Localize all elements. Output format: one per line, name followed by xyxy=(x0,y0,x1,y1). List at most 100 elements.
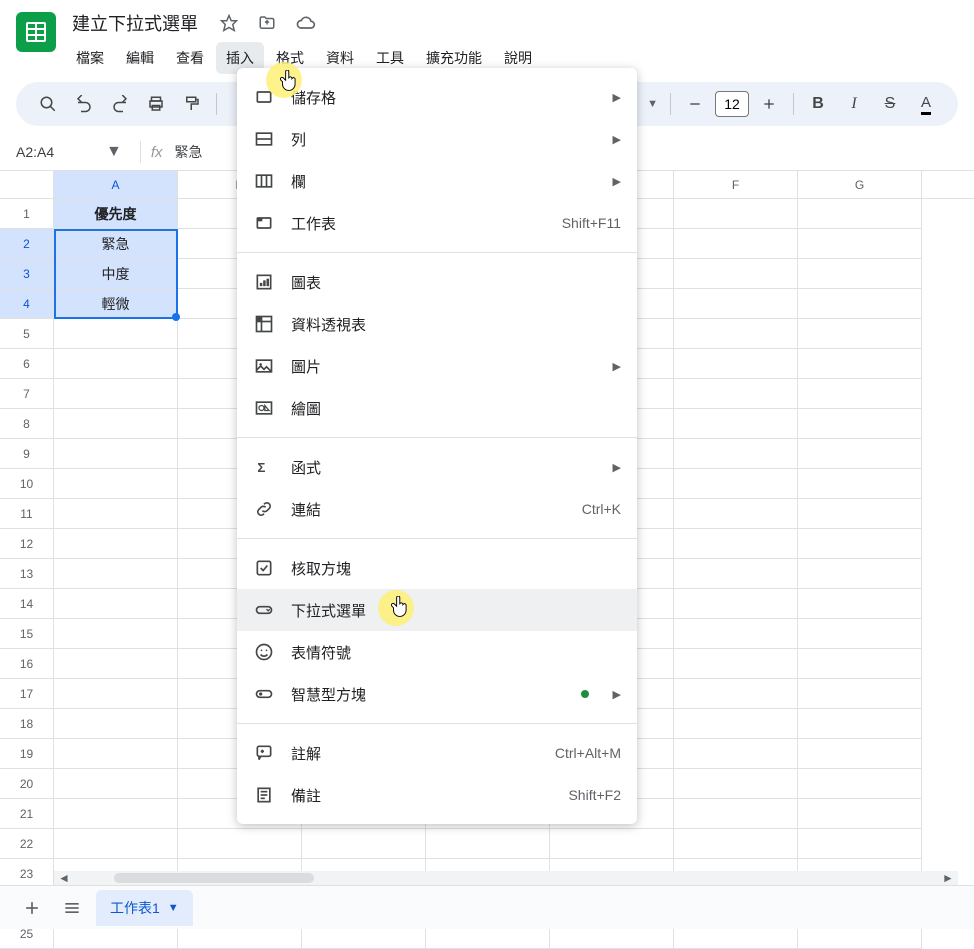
cell[interactable] xyxy=(674,769,798,799)
cell[interactable] xyxy=(674,529,798,559)
cell[interactable] xyxy=(798,229,922,259)
cell[interactable] xyxy=(54,559,178,589)
cell[interactable] xyxy=(54,679,178,709)
undo-icon[interactable] xyxy=(68,88,100,120)
cell[interactable] xyxy=(674,829,798,859)
menu-檔案[interactable]: 檔案 xyxy=(66,42,114,74)
italic-icon[interactable]: I xyxy=(838,88,870,120)
col-header[interactable]: A xyxy=(54,171,178,198)
select-all-corner[interactable] xyxy=(0,171,54,198)
row-header[interactable]: 13 xyxy=(0,559,54,589)
menu-item-image[interactable]: 圖片▶ xyxy=(237,345,637,387)
cell[interactable] xyxy=(798,319,922,349)
row-header[interactable]: 17 xyxy=(0,679,54,709)
star-icon[interactable] xyxy=(216,10,242,36)
cell[interactable] xyxy=(302,829,426,859)
menu-item-dropdown[interactable]: 下拉式選單 xyxy=(237,589,637,631)
cell[interactable] xyxy=(674,319,798,349)
cell[interactable] xyxy=(674,739,798,769)
cell[interactable] xyxy=(798,619,922,649)
cell[interactable] xyxy=(54,649,178,679)
cell[interactable] xyxy=(798,799,922,829)
cell[interactable] xyxy=(798,469,922,499)
text-color-icon[interactable]: A xyxy=(910,88,942,120)
cell[interactable] xyxy=(798,349,922,379)
row-header[interactable]: 10 xyxy=(0,469,54,499)
strikethrough-icon[interactable]: S xyxy=(874,88,906,120)
row-header[interactable]: 22 xyxy=(0,829,54,859)
cell[interactable] xyxy=(674,439,798,469)
row-header[interactable]: 2 xyxy=(0,229,54,259)
row-header[interactable]: 12 xyxy=(0,529,54,559)
row-header[interactable]: 11 xyxy=(0,499,54,529)
cell[interactable] xyxy=(798,379,922,409)
all-sheets-icon[interactable] xyxy=(56,892,88,924)
menu-item-drawing[interactable]: 繪圖 xyxy=(237,387,637,429)
dropdown-arrow-icon[interactable]: ▼ xyxy=(647,98,658,110)
cell[interactable] xyxy=(798,289,922,319)
menu-查看[interactable]: 查看 xyxy=(166,42,214,74)
cell[interactable] xyxy=(798,769,922,799)
row-header[interactable]: 15 xyxy=(0,619,54,649)
sheets-logo[interactable] xyxy=(16,12,56,52)
cell[interactable] xyxy=(798,199,922,229)
cell[interactable] xyxy=(798,709,922,739)
cell[interactable] xyxy=(674,499,798,529)
cell[interactable] xyxy=(674,259,798,289)
cell[interactable] xyxy=(54,619,178,649)
cell[interactable] xyxy=(798,679,922,709)
row-header[interactable]: 20 xyxy=(0,769,54,799)
row-header[interactable]: 8 xyxy=(0,409,54,439)
cell[interactable] xyxy=(54,349,178,379)
cell[interactable]: 緊急 xyxy=(54,229,178,259)
print-icon[interactable] xyxy=(140,88,172,120)
cell[interactable] xyxy=(798,559,922,589)
menu-item-comment[interactable]: 註解Ctrl+Alt+M xyxy=(237,732,637,774)
menu-item-cols[interactable]: 欄▶ xyxy=(237,160,637,202)
cell[interactable] xyxy=(798,409,922,439)
row-header[interactable]: 18 xyxy=(0,709,54,739)
horizontal-scrollbar[interactable]: ◄ ► xyxy=(54,871,958,885)
menu-item-link[interactable]: 連結Ctrl+K xyxy=(237,488,637,530)
cell[interactable] xyxy=(674,409,798,439)
cell[interactable] xyxy=(54,829,178,859)
cell[interactable] xyxy=(798,589,922,619)
menu-item-chip[interactable]: 智慧型方塊▶ xyxy=(237,673,637,715)
cell[interactable] xyxy=(674,589,798,619)
cell[interactable] xyxy=(54,529,178,559)
cell[interactable] xyxy=(674,649,798,679)
scroll-left-icon[interactable]: ◄ xyxy=(54,871,74,885)
menu-item-chart[interactable]: 圖表 xyxy=(237,261,637,303)
menu-編輯[interactable]: 編輯 xyxy=(116,42,164,74)
search-icon[interactable] xyxy=(32,88,64,120)
cell[interactable] xyxy=(54,709,178,739)
scroll-thumb[interactable] xyxy=(114,873,314,883)
cell[interactable] xyxy=(674,199,798,229)
menu-item-sheet[interactable]: 工作表Shift+F11 xyxy=(237,202,637,244)
row-header[interactable]: 16 xyxy=(0,649,54,679)
sheet-tab[interactable]: 工作表1 ▼ xyxy=(96,890,193,926)
namebox-dropdown-icon[interactable]: ▼ xyxy=(98,143,130,161)
bold-icon[interactable]: B xyxy=(802,88,834,120)
cell[interactable] xyxy=(798,829,922,859)
cell[interactable] xyxy=(798,739,922,769)
menu-item-fx[interactable]: Σ函式▶ xyxy=(237,446,637,488)
menu-item-pivot[interactable]: 資料透視表 xyxy=(237,303,637,345)
paint-format-icon[interactable] xyxy=(176,88,208,120)
cell[interactable] xyxy=(674,559,798,589)
cell[interactable] xyxy=(798,499,922,529)
col-header[interactable]: G xyxy=(798,171,922,198)
move-icon[interactable] xyxy=(254,10,280,36)
redo-icon[interactable] xyxy=(104,88,136,120)
row-header[interactable]: 4 xyxy=(0,289,54,319)
cell[interactable] xyxy=(54,799,178,829)
cell[interactable] xyxy=(54,499,178,529)
cell[interactable] xyxy=(674,229,798,259)
menu-item-emoji[interactable]: 表情符號 xyxy=(237,631,637,673)
menu-item-note[interactable]: 備註Shift+F2 xyxy=(237,774,637,816)
row-header[interactable]: 7 xyxy=(0,379,54,409)
cell[interactable] xyxy=(674,679,798,709)
menu-item-checkbox[interactable]: 核取方塊 xyxy=(237,547,637,589)
cell[interactable] xyxy=(798,649,922,679)
cell[interactable]: 中度 xyxy=(54,259,178,289)
